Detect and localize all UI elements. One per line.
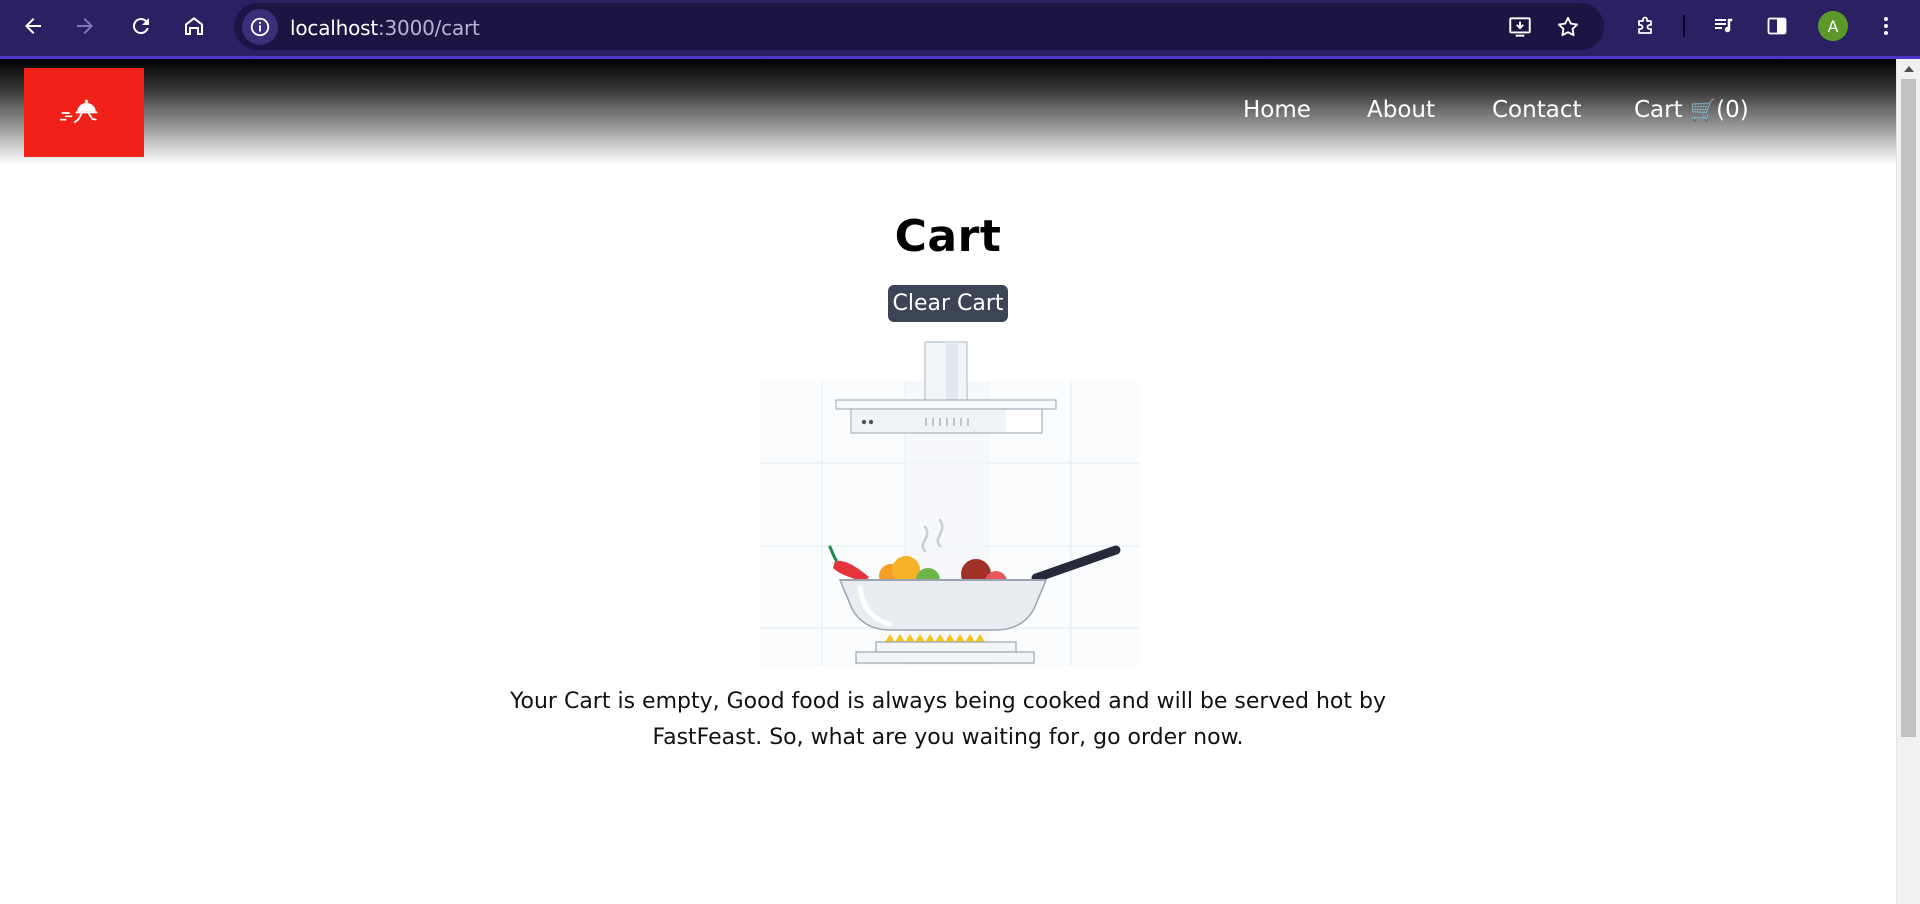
cooking-pan-illustration (760, 341, 1140, 666)
media-queue-icon (1715, 18, 1733, 33)
install-app-icon (1509, 17, 1531, 37)
scroll-up-arrow-icon[interactable] (1904, 66, 1914, 72)
star-icon (1557, 16, 1579, 37)
arrow-right-icon (77, 18, 93, 34)
profile-avatar[interactable]: A (1818, 11, 1848, 41)
page-title: Cart (894, 211, 1002, 262)
site-info-button[interactable] (242, 9, 278, 45)
url-path: :3000/cart (377, 16, 480, 40)
side-panel-icon (1767, 17, 1787, 35)
bookmark-button[interactable] (1550, 9, 1586, 45)
clear-cart-button[interactable]: Clear Cart (888, 285, 1008, 322)
arrow-left-icon (25, 18, 41, 34)
shopping-cart-icon: 🛒 (1689, 98, 1717, 122)
site-navbar: Home About Contact Cart 🛒(0) (0, 59, 1896, 164)
home-button[interactable] (176, 8, 212, 44)
nav-about-link[interactable]: About (1367, 97, 1435, 123)
reload-icon (132, 18, 149, 35)
cart-count: (0) (1716, 97, 1749, 123)
forward-button[interactable] (67, 8, 103, 44)
nav-home-link[interactable]: Home (1243, 97, 1311, 123)
nav-links: Home About Contact Cart 🛒(0) (0, 97, 1896, 137)
address-bar[interactable]: localhost:3000/cart (234, 3, 1604, 50)
home-icon (185, 17, 203, 35)
url-host: localhost (290, 16, 378, 40)
page-viewport: Home About Contact Cart 🛒(0) Cart Clear … (0, 59, 1920, 904)
url-text: localhost:3000/cart (290, 16, 480, 40)
toolbar-divider (1683, 15, 1685, 37)
install-app-button[interactable] (1502, 9, 1538, 45)
media-controls-button[interactable] (1706, 8, 1742, 44)
extensions-button[interactable] (1628, 8, 1664, 44)
puzzle-icon (1638, 16, 1652, 34)
reload-button[interactable] (123, 8, 159, 44)
scrollbar-thumb[interactable] (1901, 79, 1916, 737)
back-button[interactable] (15, 8, 51, 44)
empty-cart-message: Your Cart is empty, Good food is always … (510, 689, 1386, 750)
side-panel-button[interactable] (1759, 8, 1795, 44)
kebab-menu-icon (1884, 17, 1888, 35)
info-icon (250, 17, 270, 37)
nav-cart-label: Cart (1634, 97, 1683, 123)
browser-menu-button[interactable] (1868, 8, 1904, 44)
nav-contact-link[interactable]: Contact (1492, 97, 1581, 123)
browser-toolbar: localhost:3000/cart A (0, 0, 1920, 59)
page-scrollbar[interactable] (1896, 59, 1920, 904)
nav-cart-link[interactable]: Cart 🛒(0) (1634, 97, 1749, 123)
